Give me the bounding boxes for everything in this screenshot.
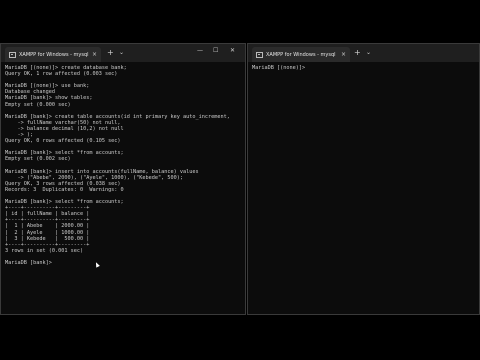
- terminal-output[interactable]: MariaDB [(none)]> create database bank; …: [5, 65, 243, 312]
- chevron-down-icon[interactable]: ⌄: [119, 49, 124, 56]
- close-tab-icon[interactable]: ×: [92, 51, 97, 58]
- command-prompt[interactable]: MariaDB [bank]>: [5, 260, 243, 266]
- maximize-button[interactable]: ☐: [213, 47, 218, 54]
- terminal-icon: [9, 51, 16, 58]
- terminal-output[interactable]: MariaDB [(none)]>: [252, 65, 477, 312]
- tab-mysql[interactable]: XAMPP for Windows - mysql ×: [252, 47, 350, 62]
- tab-bar: XAMPP for Windows - mysql × + ⌄: [248, 44, 479, 62]
- close-window-button[interactable]: ✕: [230, 47, 235, 54]
- terminal-icon: [256, 51, 263, 58]
- tab-title: XAMPP for Windows - mysql: [19, 51, 89, 58]
- tab-bar: XAMPP for Windows - mysql × + ⌄ — ☐ ✕: [1, 44, 245, 62]
- minimize-button[interactable]: —: [197, 47, 203, 54]
- left-terminal-window[interactable]: XAMPP for Windows - mysql × + ⌄ — ☐ ✕ Ma…: [0, 43, 246, 315]
- new-tab-button[interactable]: +: [107, 48, 114, 58]
- terminal-line: MariaDB [bank]> create table accounts(id…: [5, 113, 230, 120]
- new-tab-button[interactable]: +: [354, 48, 361, 58]
- close-tab-icon[interactable]: ×: [341, 51, 346, 58]
- right-terminal-window[interactable]: XAMPP for Windows - mysql × + ⌄ MariaDB …: [247, 43, 480, 315]
- tab-title: XAMPP for Windows - mysql: [266, 51, 336, 58]
- chevron-down-icon[interactable]: ⌄: [366, 49, 371, 56]
- command-prompt[interactable]: MariaDB [(none)]>: [252, 65, 477, 71]
- tab-mysql[interactable]: XAMPP for Windows - mysql ×: [5, 47, 101, 62]
